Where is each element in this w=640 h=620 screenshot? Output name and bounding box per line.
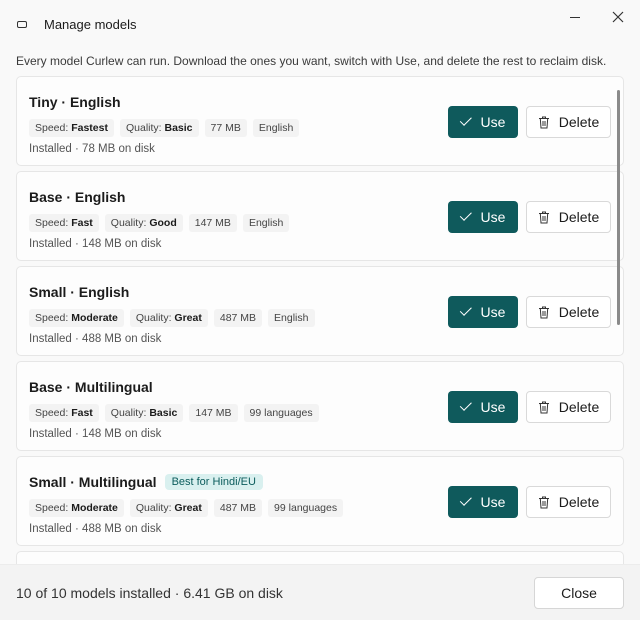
model-name-text: Tiny · English — [29, 94, 121, 110]
language-tag: 99 languages — [268, 499, 344, 517]
use-button[interactable]: Use — [448, 106, 518, 138]
model-name: Small · English — [29, 284, 129, 300]
install-summary: 10 of 10 models installed · 6.41 GB on d… — [16, 585, 283, 601]
speed-tag: Speed: Fast — [29, 404, 99, 422]
speed-tag: Speed: Fastest — [29, 119, 114, 137]
size-tag: 147 MB — [188, 214, 237, 232]
language-tag: 99 languages — [243, 404, 319, 422]
language-tag: English — [268, 309, 315, 327]
language-tag: English — [242, 214, 290, 232]
model-list[interactable]: Tiny · English Speed: Fastest Quality: B… — [16, 76, 624, 564]
speed-tag: Speed: Moderate — [29, 309, 124, 327]
model-meta: Speed: Fast Quality: Good 147 MB English — [29, 214, 290, 232]
minimize-icon — [570, 16, 580, 18]
dialog-footer: 10 of 10 models installed · 6.41 GB on d… — [0, 564, 640, 620]
delete-button[interactable]: Delete — [526, 486, 611, 518]
size-tag: 487 MB — [213, 309, 263, 327]
trash-icon — [538, 306, 549, 318]
use-button[interactable]: Use — [448, 201, 518, 233]
model-card-tiny-english: Tiny · English Speed: Fastest Quality: B… — [16, 76, 624, 166]
model-meta: Speed: Moderate Quality: Great 487 MB En… — [29, 309, 315, 327]
close-icon — [612, 11, 624, 23]
app-icon — [17, 21, 27, 28]
checkmark-icon — [459, 398, 472, 411]
quality-tag: Quality: Basic — [104, 404, 184, 422]
checkmark-icon — [459, 493, 472, 506]
use-button[interactable]: Use — [448, 296, 518, 328]
checkmark-icon — [459, 113, 472, 126]
title-bar: Manage models — [0, 0, 640, 48]
trash-icon — [538, 496, 549, 508]
model-name: Base · English — [29, 189, 125, 205]
model-meta: Speed: Fast Quality: Basic 147 MB 99 lan… — [29, 404, 319, 422]
close-button[interactable]: Close — [534, 577, 624, 609]
checkmark-icon — [459, 303, 472, 316]
delete-button[interactable]: Delete — [526, 201, 611, 233]
recommendation-badge: Best for Hindi/EU — [164, 474, 263, 490]
close-window-button[interactable] — [598, 4, 638, 30]
quality-tag: Quality: Great — [129, 309, 208, 327]
model-card-small-multilingual: Small · Multilingual Best for Hindi/EU S… — [16, 456, 624, 546]
model-card-partial — [16, 551, 624, 564]
model-name: Base · Multilingual — [29, 379, 153, 395]
model-meta: Speed: Fastest Quality: Basic 77 MB Engl… — [29, 119, 300, 137]
install-status: Installed · 148 MB on disk — [29, 238, 162, 250]
window-title: Manage models — [44, 17, 137, 32]
model-card-small-english: Small · English Speed: Moderate Quality:… — [16, 266, 624, 356]
language-tag: English — [252, 119, 300, 137]
model-name: Small · Multilingual Best for Hindi/EU — [29, 474, 263, 490]
install-status: Installed · 148 MB on disk — [29, 428, 162, 440]
model-name-text: Base · Multilingual — [29, 379, 153, 395]
model-card-base-english: Base · English Speed: Fast Quality: Good… — [16, 171, 624, 261]
size-tag: 147 MB — [189, 404, 238, 422]
quality-tag: Quality: Great — [129, 499, 208, 517]
minimize-button[interactable] — [555, 4, 595, 30]
speed-tag: Speed: Moderate — [29, 499, 124, 517]
install-status: Installed · 488 MB on disk — [29, 523, 162, 535]
model-name-text: Base · English — [29, 189, 126, 205]
checkmark-icon — [459, 208, 472, 221]
quality-tag: Quality: Good — [104, 214, 183, 232]
model-card-base-multilingual: Base · Multilingual Speed: Fast Quality:… — [16, 361, 624, 451]
speed-tag: Speed: Fast — [29, 214, 99, 232]
scrollbar-thumb[interactable] — [617, 90, 620, 325]
trash-icon — [538, 116, 549, 128]
model-meta: Speed: Moderate Quality: Great 487 MB 99… — [29, 499, 344, 517]
use-button[interactable]: Use — [448, 391, 518, 423]
trash-icon — [538, 211, 549, 223]
model-name-text: Small · English — [29, 284, 130, 300]
size-tag: 77 MB — [204, 119, 247, 137]
delete-button[interactable]: Delete — [526, 296, 611, 328]
delete-button[interactable]: Delete — [526, 106, 611, 138]
model-name: Tiny · English — [29, 94, 121, 110]
delete-button[interactable]: Delete — [526, 391, 611, 423]
trash-icon — [538, 401, 549, 413]
size-tag: 487 MB — [213, 499, 263, 517]
dialog-description: Every model Curlew can run. Download the… — [16, 54, 607, 68]
use-button[interactable]: Use — [448, 486, 518, 518]
model-name-text: Small · Multilingual — [29, 474, 157, 490]
install-status: Installed · 488 MB on disk — [29, 333, 162, 345]
install-status: Installed · 78 MB on disk — [29, 143, 155, 155]
quality-tag: Quality: Basic — [119, 119, 199, 137]
